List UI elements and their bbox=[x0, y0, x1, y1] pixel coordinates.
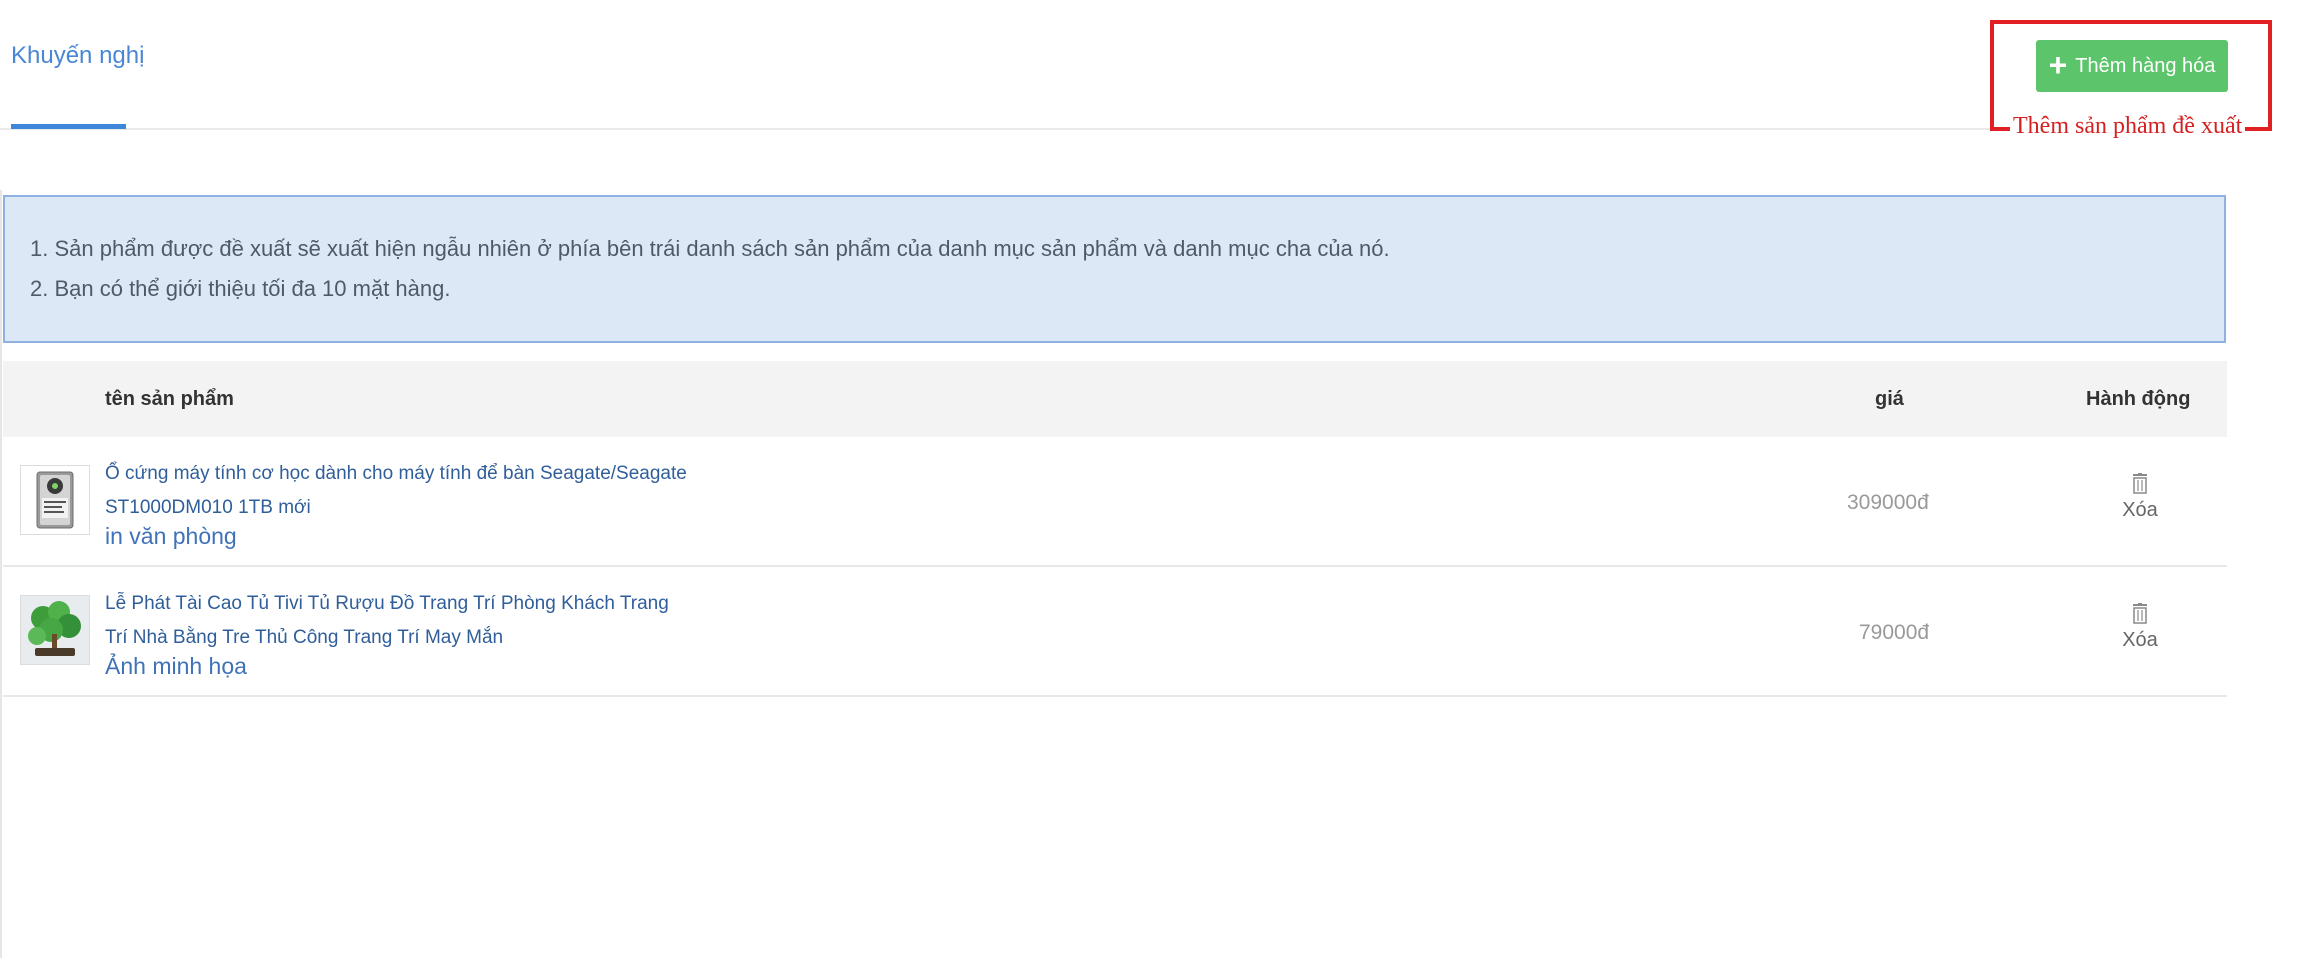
header-action: Hành động bbox=[2086, 388, 2191, 410]
notice-line-2: 2. Bạn có thể giới thiệu tối đa 10 mặt h… bbox=[30, 276, 451, 301]
product-name[interactable]: Ổ cứng máy tính cơ học dành cho máy tính… bbox=[105, 457, 745, 525]
trash-icon bbox=[2133, 603, 2147, 624]
product-price: 79000đ bbox=[1859, 621, 1930, 644]
table-row: Ổ cứng máy tính cơ học dành cho máy tính… bbox=[3, 437, 2227, 567]
table-row: Lễ Phát Tài Cao Tủ Tivi Tủ Rượu Đồ Trang… bbox=[3, 567, 2227, 697]
notice-line-1: 1. Sản phẩm được đề xuất sẽ xuất hiện ng… bbox=[30, 236, 1390, 261]
notice-panel: 1. Sản phẩm được đề xuất sẽ xuất hiện ng… bbox=[3, 195, 2226, 343]
header-product-name: tên sản phẩm bbox=[105, 388, 234, 410]
product-subtitle: in văn phòng bbox=[105, 523, 237, 549]
product-name-line-1: Ổ cứng máy tính cơ học dành cho máy tính… bbox=[105, 463, 687, 484]
recommended-products-table: tên sản phẩm giá Hành động Ổ cứng máy tí… bbox=[3, 361, 2227, 697]
active-tab-indicator bbox=[11, 124, 126, 129]
hard-drive-thumbnail[interactable] bbox=[20, 465, 90, 535]
header-price: giá bbox=[1875, 388, 1904, 410]
product-price: 309000đ bbox=[1847, 491, 1929, 514]
tab-recommendations[interactable]: Khuyến nghị bbox=[11, 42, 144, 70]
delete-label: Xóa bbox=[2122, 629, 2158, 651]
add-product-label: Thêm hàng hóa bbox=[2075, 54, 2216, 77]
product-name[interactable]: Lễ Phát Tài Cao Tủ Tivi Tủ Rượu Đồ Trang… bbox=[105, 587, 745, 655]
delete-button[interactable]: Xóa bbox=[2103, 603, 2177, 652]
plant-decor-thumbnail[interactable] bbox=[20, 595, 90, 665]
tab-bar: Khuyến nghị bbox=[0, 0, 2227, 130]
product-name-line-2: ST1000DM010 1TB mới bbox=[105, 497, 311, 518]
delete-label: Xóa bbox=[2122, 499, 2158, 521]
delete-button[interactable]: Xóa bbox=[2103, 473, 2177, 522]
left-border bbox=[0, 190, 2, 958]
plus-icon: + bbox=[2048, 47, 2068, 83]
add-product-button[interactable]: + Thêm hàng hóa bbox=[2036, 40, 2228, 92]
annotation-label: Thêm sản phẩm đề xuất bbox=[2010, 113, 2246, 140]
table-header: tên sản phẩm giá Hành động bbox=[3, 361, 2227, 437]
product-name-line-2: Trí Nhà Bằng Tre Thủ Công Trang Trí May … bbox=[105, 627, 504, 648]
trash-icon bbox=[2133, 473, 2147, 494]
product-name-line-1: Lễ Phát Tài Cao Tủ Tivi Tủ Rượu Đồ Trang… bbox=[105, 593, 669, 614]
product-subtitle: Ảnh minh họa bbox=[105, 653, 247, 679]
